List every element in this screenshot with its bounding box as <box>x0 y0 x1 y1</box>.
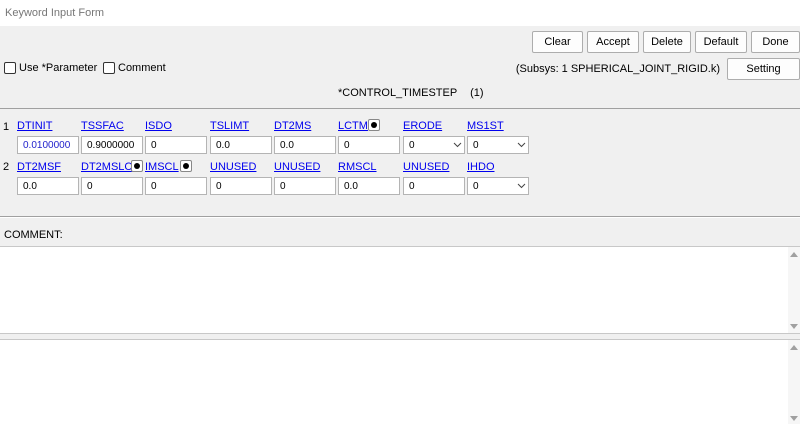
dt2mslc-input[interactable]: 0 <box>81 177 143 195</box>
imscl-picker-button[interactable] <box>180 160 192 172</box>
ms1st-select-value: 0 <box>473 139 479 151</box>
unused-3-input[interactable]: 0 <box>403 177 465 195</box>
keyword-count: (1) <box>470 87 484 99</box>
field-label-lctm[interactable]: LCTM <box>338 120 368 132</box>
erode-select-value: 0 <box>409 139 415 151</box>
lctm-input[interactable]: 0 <box>338 136 400 154</box>
field-label-imscl[interactable]: IMSCL <box>145 161 179 173</box>
field-label-ms1st[interactable]: MS1ST <box>467 120 504 132</box>
chevron-down-icon <box>514 142 528 148</box>
field-label-erode[interactable]: ERODE <box>403 120 442 132</box>
use-parameter-option[interactable]: Use *Parameter <box>4 62 97 74</box>
comment-scrollbar[interactable] <box>788 247 800 333</box>
tslimt-input[interactable]: 0.0 <box>210 136 272 154</box>
field-label-dt2mslc[interactable]: DT2MSLC <box>81 161 132 173</box>
field-label-dt2ms[interactable]: DT2MS <box>274 120 311 132</box>
clear-button[interactable]: Clear <box>532 31 583 53</box>
comment-label: COMMENT: <box>4 229 63 241</box>
keyword-title: *CONTROL_TIMESTEP (1) <box>338 87 484 99</box>
scroll-down-icon[interactable] <box>790 322 798 330</box>
separator <box>0 108 800 109</box>
chevron-down-icon <box>450 142 464 148</box>
unused-2-input[interactable]: 0 <box>274 177 336 195</box>
accept-button[interactable]: Accept <box>587 31 639 53</box>
title-bar: Keyword Input Form <box>0 0 800 26</box>
output-textarea[interactable] <box>0 339 800 424</box>
field-label-tslimt[interactable]: TSLIMT <box>210 120 249 132</box>
ms1st-select[interactable]: 0 <box>467 136 529 154</box>
field-label-dtinit[interactable]: DTINIT <box>17 120 52 132</box>
use-parameter-label: Use *Parameter <box>19 62 98 74</box>
comment-option-label: Comment <box>118 62 166 74</box>
field-label-unused-2[interactable]: UNUSED <box>274 161 320 173</box>
separator-highlight <box>0 217 800 218</box>
dt2mslc-curve-picker-button[interactable] <box>131 160 143 172</box>
lctm-curve-picker-button[interactable] <box>368 119 380 131</box>
scroll-up-icon[interactable] <box>790 343 798 351</box>
field-label-unused-3[interactable]: UNUSED <box>403 161 449 173</box>
erode-select[interactable]: 0 <box>403 136 465 154</box>
comment-checkbox[interactable] <box>103 62 115 74</box>
window-title: Keyword Input Form <box>5 7 105 19</box>
comment-textarea[interactable] <box>0 246 800 334</box>
comment-option[interactable]: Comment <box>103 62 166 74</box>
scroll-down-icon[interactable] <box>790 414 798 422</box>
field-label-dt2msf[interactable]: DT2MSF <box>17 161 61 173</box>
field-label-ihdo[interactable]: IHDO <box>467 161 495 173</box>
use-parameter-checkbox[interactable] <box>4 62 16 74</box>
chevron-down-icon <box>514 183 528 189</box>
ihdo-select-value: 0 <box>473 180 479 192</box>
field-label-tssfac[interactable]: TSSFAC <box>81 120 124 132</box>
scroll-up-icon[interactable] <box>790 250 798 258</box>
field-label-rmscl[interactable]: RMSCL <box>338 161 377 173</box>
ihdo-select[interactable]: 0 <box>467 177 529 195</box>
delete-button[interactable]: Delete <box>643 31 691 53</box>
keyword-name: *CONTROL_TIMESTEP <box>338 87 457 99</box>
default-button[interactable]: Default <box>695 31 747 53</box>
unused-1-input[interactable]: 0 <box>210 177 272 195</box>
dt2msf-input[interactable]: 0.0 <box>17 177 79 195</box>
done-button[interactable]: Done <box>751 31 800 53</box>
dt2ms-input[interactable]: 0.0 <box>274 136 336 154</box>
field-label-unused-1[interactable]: UNUSED <box>210 161 256 173</box>
setting-button[interactable]: Setting <box>727 58 800 80</box>
field-label-isdo[interactable]: ISDO <box>145 120 172 132</box>
row-number: 2 <box>3 161 10 173</box>
subsys-info: (Subsys: 1 SPHERICAL_JOINT_RIGID.k) <box>515 63 720 75</box>
output-scrollbar[interactable] <box>788 340 800 424</box>
tssfac-input[interactable]: 0.9000000 <box>81 136 143 154</box>
dtinit-input[interactable]: 0.0100000 <box>17 136 79 154</box>
row-number: 1 <box>3 121 10 133</box>
imscl-input[interactable]: 0 <box>145 177 207 195</box>
rmscl-input[interactable]: 0.0 <box>338 177 400 195</box>
isdo-input[interactable]: 0 <box>145 136 207 154</box>
